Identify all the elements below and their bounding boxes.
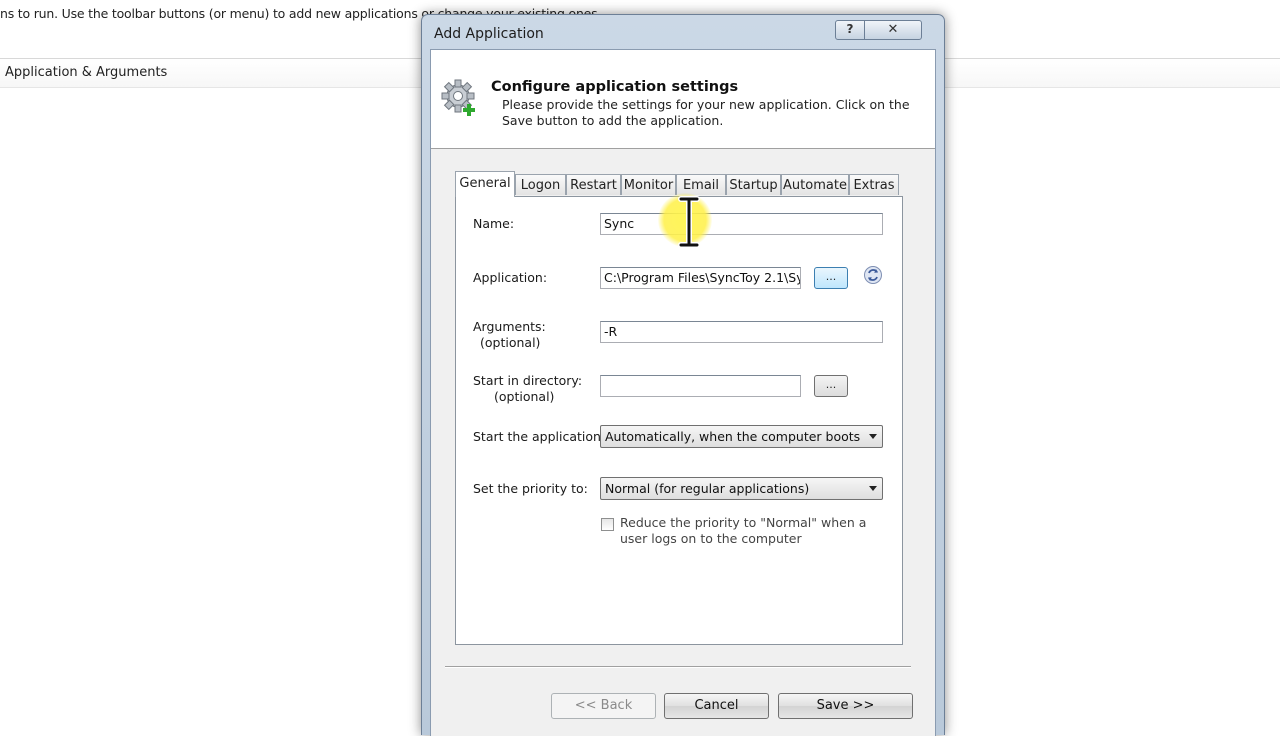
button-separator bbox=[445, 666, 911, 668]
tab-monitor[interactable]: Monitor bbox=[621, 174, 676, 195]
general-tab-panel: Name: Sync Application: C:\Program Files… bbox=[455, 196, 903, 645]
start-directory-input[interactable] bbox=[600, 375, 801, 397]
start-application-label: Start the application: bbox=[473, 429, 606, 444]
name-input[interactable]: Sync bbox=[600, 213, 883, 235]
start-directory-optional-label: (optional) bbox=[494, 389, 555, 404]
tab-automate[interactable]: Automate bbox=[781, 174, 849, 195]
tab-general[interactable]: General bbox=[455, 171, 515, 197]
start-application-value: Automatically, when the computer boots bbox=[605, 429, 861, 444]
chevron-down-icon bbox=[869, 486, 877, 491]
application-path-input[interactable]: C:\Program Files\SyncToy 2.1\SyncToyCmd.… bbox=[600, 267, 801, 289]
back-button[interactable]: << Back bbox=[551, 693, 656, 719]
dialog-banner: Configure application settings Please pr… bbox=[431, 50, 935, 149]
application-browse-button[interactable]: ... bbox=[814, 267, 848, 289]
tab-email[interactable]: Email bbox=[676, 174, 726, 195]
priority-label: Set the priority to: bbox=[473, 481, 588, 496]
chevron-down-icon bbox=[869, 434, 877, 439]
close-button[interactable]: ✕ bbox=[864, 20, 922, 40]
banner-description: Please provide the settings for your new… bbox=[502, 97, 910, 128]
start-application-select[interactable]: Automatically, when the computer boots bbox=[600, 425, 883, 448]
tab-logon[interactable]: Logon bbox=[515, 174, 566, 195]
tab-strip: General Logon Restart Monitor Email Star… bbox=[455, 171, 935, 197]
tab-startup[interactable]: Startup bbox=[726, 174, 781, 195]
start-directory-browse-button[interactable]: ... bbox=[814, 375, 848, 397]
tab-extras[interactable]: Extras bbox=[849, 174, 899, 195]
column-header-application[interactable]: Application & Arguments bbox=[5, 65, 167, 80]
dialog-title: Add Application bbox=[434, 26, 544, 42]
name-label: Name: bbox=[473, 216, 515, 231]
save-button[interactable]: Save >> bbox=[778, 693, 913, 719]
start-directory-label: Start in directory: bbox=[473, 373, 583, 388]
arguments-optional-label: (optional) bbox=[480, 335, 541, 350]
dialog-client-area: Configure application settings Please pr… bbox=[430, 49, 936, 736]
reduce-priority-checkbox[interactable] bbox=[601, 518, 614, 531]
arguments-label: Arguments: bbox=[473, 319, 546, 334]
gear-add-icon bbox=[441, 79, 475, 116]
refresh-icon[interactable] bbox=[863, 265, 883, 285]
cancel-button[interactable]: Cancel bbox=[664, 693, 769, 719]
priority-select[interactable]: Normal (for regular applications) bbox=[600, 477, 883, 500]
application-label: Application: bbox=[473, 270, 548, 285]
tab-restart[interactable]: Restart bbox=[566, 174, 621, 195]
add-application-dialog: Add Application ? ✕ Configure applicatio… bbox=[421, 14, 945, 736]
banner-title: Configure application settings bbox=[491, 79, 739, 95]
text-cursor-icon bbox=[678, 196, 700, 248]
arguments-input[interactable]: -R bbox=[600, 321, 883, 343]
priority-value: Normal (for regular applications) bbox=[605, 481, 810, 496]
reduce-priority-label[interactable]: Reduce the priority to "Normal" when a u… bbox=[620, 515, 880, 547]
help-button[interactable]: ? bbox=[835, 20, 865, 40]
